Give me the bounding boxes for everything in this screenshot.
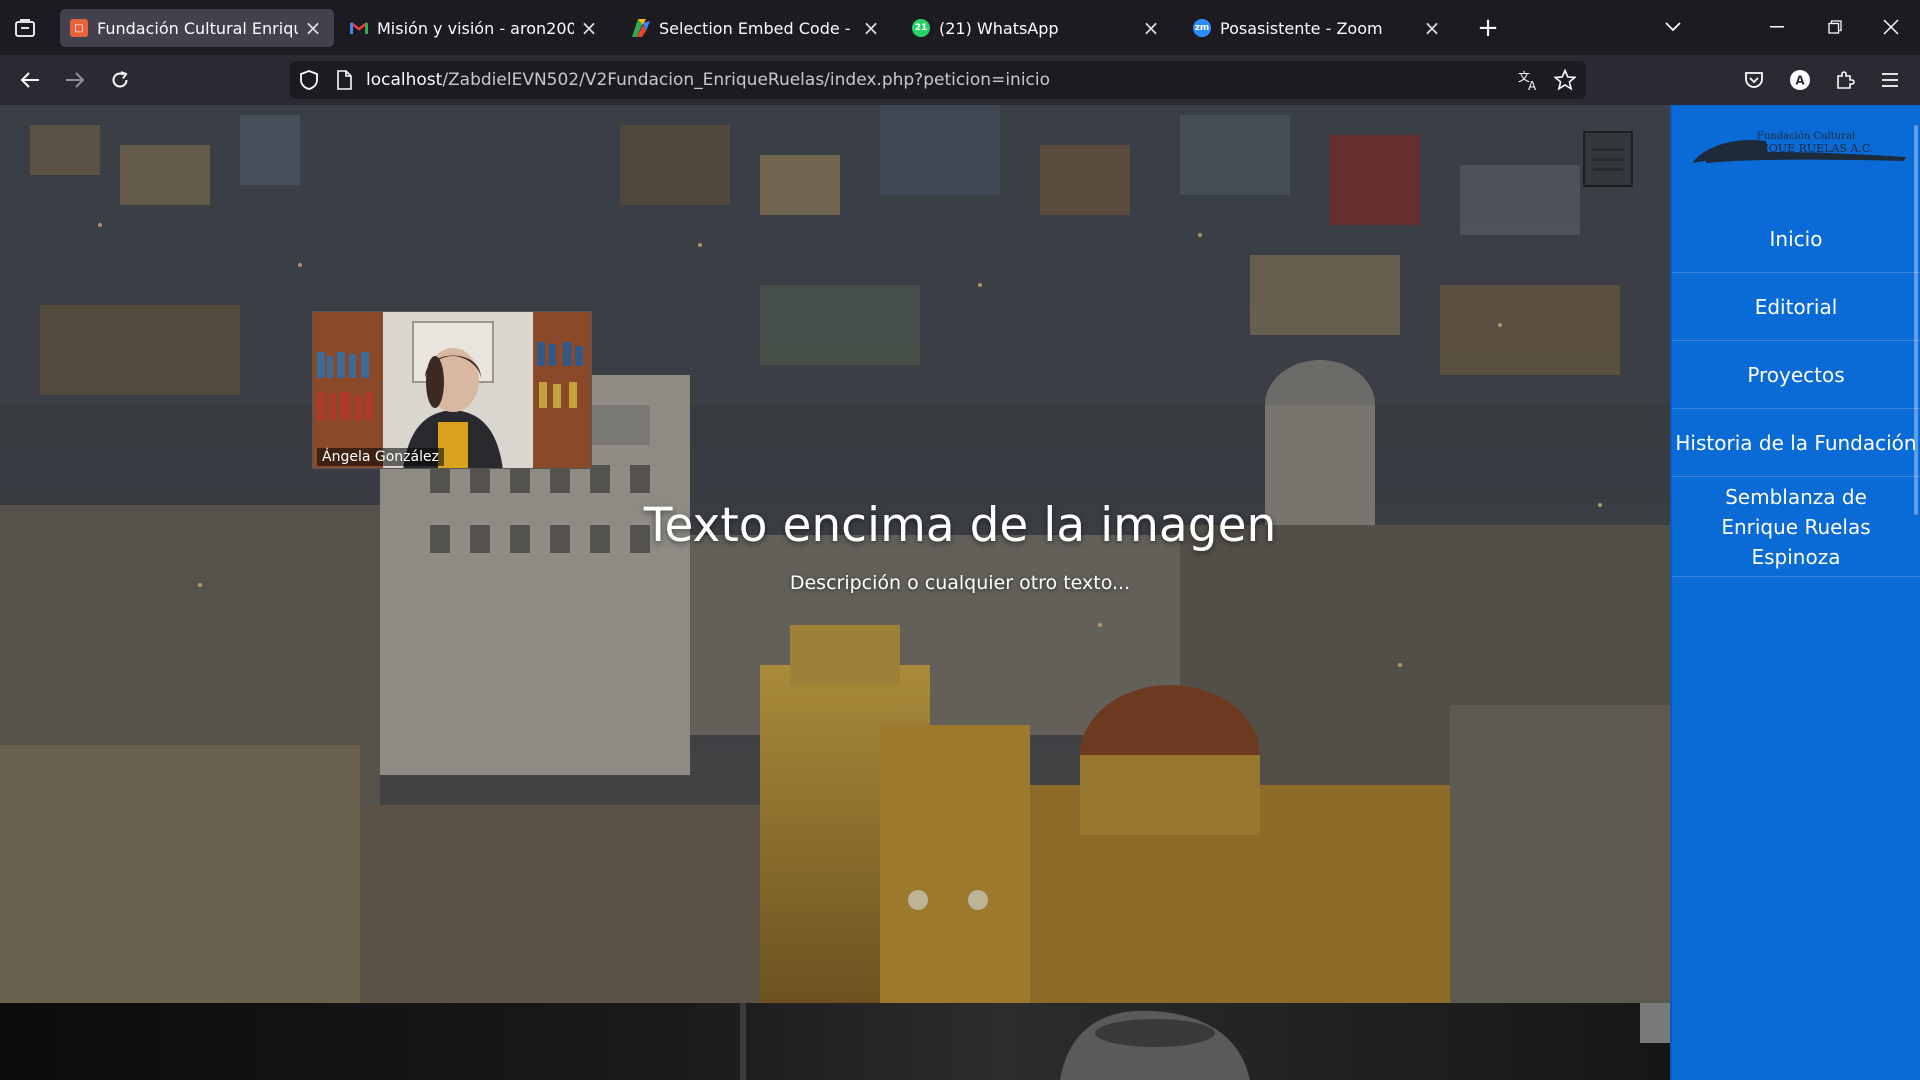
whatsapp-icon: 21 [912, 19, 930, 37]
tab-close-icon[interactable]: × [1140, 16, 1162, 40]
nav-item-editorial[interactable]: Editorial [1672, 273, 1920, 341]
tab-title: Posasistente - Zoom [1220, 18, 1383, 38]
tab-close-icon[interactable]: × [302, 16, 324, 40]
nav-item-proyectos[interactable]: Proyectos [1672, 341, 1920, 409]
hamburger-icon [1593, 167, 1623, 171]
page-viewport: Texto encima de la imagen Descripción o … [0, 105, 1920, 1080]
tab-title: Selection Embed Code - Googl [659, 18, 856, 38]
hero-title: Texto encima de la imagen [643, 498, 1277, 553]
chevron-down-icon [1665, 22, 1681, 32]
nav-item-historia[interactable]: Historia de la Fundación [1672, 409, 1920, 477]
hamburger-icon [1593, 157, 1623, 161]
logo-text-line2: ENRIQUE RUELAS A.C. [1739, 142, 1874, 155]
address-bar[interactable]: localhost/ZabdielEVN502/V2Fundacion_Enri… [290, 61, 1586, 99]
hamburger-icon [1593, 147, 1623, 151]
minimize-button[interactable] [1754, 10, 1800, 44]
account-button[interactable]: A [1784, 64, 1816, 96]
url-host: localhost [366, 70, 443, 90]
svg-text:A: A [1795, 74, 1805, 88]
new-tab-button[interactable]: + [1474, 13, 1502, 43]
nav-item-inicio[interactable]: Inicio [1672, 205, 1920, 273]
sidenav-scrollbar[interactable] [1914, 125, 1918, 515]
reload-button[interactable] [104, 64, 136, 96]
pocket-button[interactable] [1738, 64, 1770, 96]
arrow-left-icon [20, 72, 39, 88]
nav-item-semblanza[interactable]: Semblanza de Enrique Ruelas Espinoza [1672, 477, 1920, 577]
foundation-logo[interactable]: Fundación Cultural ENRIQUE RUELAS A.C. [1686, 115, 1910, 185]
arrow-right-icon [66, 72, 85, 88]
firefox-view-button[interactable] [10, 14, 40, 42]
tab-close-icon[interactable]: × [860, 16, 882, 40]
tab-title: (21) WhatsApp [939, 18, 1059, 38]
next-section-image [0, 1003, 1670, 1080]
menu-toggle-button[interactable] [1583, 131, 1633, 187]
hamburger-icon [1882, 73, 1898, 87]
restore-button[interactable] [1812, 10, 1858, 44]
restore-icon [1828, 20, 1842, 34]
extensions-button[interactable] [1829, 64, 1861, 96]
page-icon[interactable] [336, 70, 352, 94]
minimize-icon [1770, 26, 1784, 28]
google-maps-icon [632, 19, 650, 37]
shield-icon[interactable] [300, 70, 318, 94]
tab-maps[interactable]: Selection Embed Code - Googl × [622, 9, 892, 47]
hero-section: Texto encima de la imagen Descripción o … [0, 105, 1670, 1003]
url-path: /ZabdielEVN502/V2Fundacion_EnriqueRuelas… [442, 70, 1051, 90]
tab-title: Misión y visión - aron2003.zacm [377, 18, 574, 38]
close-icon [1883, 19, 1899, 35]
navigation-toolbar: localhost/ZabdielEVN502/V2Fundacion_Enri… [0, 55, 1920, 105]
fundacion-favicon: □ [70, 19, 88, 37]
forward-button[interactable] [59, 64, 91, 96]
reload-icon [112, 71, 128, 88]
url-text[interactable]: localhost/ZabdielEVN502/V2Fundacion_Enri… [366, 70, 1050, 90]
list-all-tabs-button[interactable] [1650, 10, 1696, 44]
nav-item-label: Semblanza de Enrique Ruelas Espinoza [1721, 484, 1871, 569]
tab-fundacion[interactable]: □ Fundación Cultural Enrique Rue × [60, 9, 334, 47]
nav-item-label: Proyectos [1747, 362, 1845, 387]
side-navigation: Fundación Cultural ENRIQUE RUELAS A.C. I… [1670, 105, 1920, 1080]
participant-video-feed [313, 312, 591, 468]
tab-zoom[interactable]: zm Posasistente - Zoom × [1183, 9, 1453, 47]
nav-item-label: Historia de la Fundación [1675, 430, 1917, 455]
account-avatar-icon: A [1790, 70, 1810, 90]
tab-close-icon[interactable]: × [578, 16, 600, 40]
nav-item-label: Inicio [1769, 226, 1823, 251]
app-menu-button[interactable] [1874, 64, 1906, 96]
zoom-icon: zm [1193, 19, 1211, 37]
tab-whatsapp[interactable]: 21 (21) WhatsApp × [902, 9, 1172, 47]
close-window-button[interactable] [1868, 10, 1914, 44]
zoom-participant-video[interactable]: Ángela González [312, 311, 592, 469]
puzzle-icon [1837, 71, 1855, 89]
hero-overlay [0, 105, 1670, 1003]
gmail-icon [350, 19, 368, 37]
portrait-image [740, 1003, 1670, 1080]
translate-icon[interactable]: 文A [1518, 69, 1540, 95]
nav-item-label: Editorial [1754, 294, 1838, 319]
tab-gmail[interactable]: Misión y visión - aron2003.zacm × [340, 9, 610, 47]
tab-strip: □ Fundación Cultural Enrique Rue × Misió… [0, 0, 1920, 55]
firefox-view-icon [15, 19, 35, 37]
logo-text-line1: Fundación Cultural [1757, 131, 1855, 142]
hero-description: Descripción o cualquier otro texto... [789, 572, 1131, 594]
tab-title: Fundación Cultural Enrique Rue [97, 18, 298, 38]
tab-close-icon[interactable]: × [1421, 16, 1443, 40]
participant-name: Ángela González [317, 448, 444, 466]
svg-text:A: A [1528, 79, 1537, 91]
bookmark-star-icon[interactable] [1553, 68, 1577, 95]
back-button[interactable] [14, 64, 46, 96]
pocket-icon [1745, 72, 1763, 88]
